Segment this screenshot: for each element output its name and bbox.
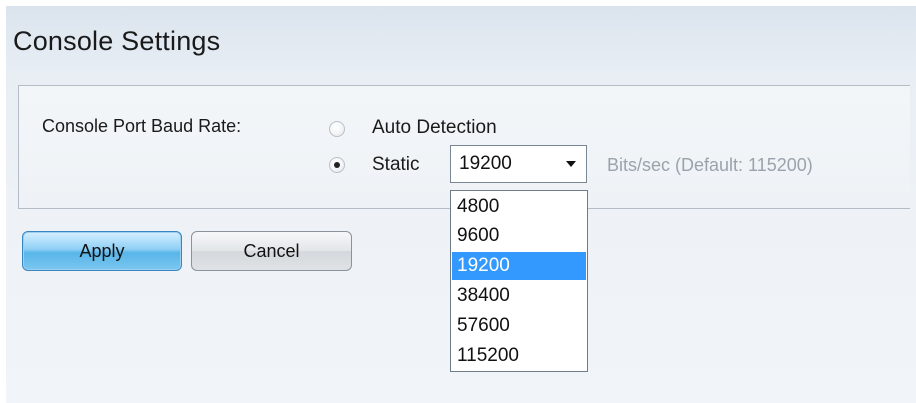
page-title: Console Settings xyxy=(13,26,221,56)
cancel-button[interactable]: Cancel xyxy=(191,231,352,271)
static-radio[interactable] xyxy=(329,157,345,173)
baud-option-38400[interactable]: 38400 xyxy=(452,282,586,310)
baud-option-4800[interactable]: 4800 xyxy=(452,193,586,221)
baud-rate-dropdown: 4800 9600 19200 38400 57600 115200 xyxy=(450,190,588,372)
baud-option-115200[interactable]: 115200 xyxy=(452,342,586,370)
baud-rate-unit-hint: Bits/sec (Default: 115200) xyxy=(607,155,813,175)
chevron-down-icon xyxy=(566,161,576,167)
apply-button[interactable]: Apply xyxy=(22,231,182,271)
baud-option-57600[interactable]: 57600 xyxy=(452,312,586,340)
baud-rate-select[interactable]: 19200 xyxy=(450,145,587,183)
auto-detection-label[interactable]: Auto Detection xyxy=(372,117,497,139)
baud-option-19200[interactable]: 19200 xyxy=(452,252,586,280)
baud-option-9600[interactable]: 9600 xyxy=(452,222,586,250)
auto-detection-radio[interactable] xyxy=(329,121,345,137)
baud-rate-label: Console Port Baud Rate: xyxy=(42,116,242,136)
static-label[interactable]: Static xyxy=(372,154,420,176)
baud-rate-selected-value: 19200 xyxy=(459,153,512,174)
